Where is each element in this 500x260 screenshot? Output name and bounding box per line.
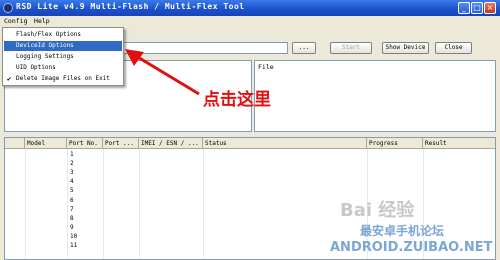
menu-item-deviceid-options[interactable]: DeviceId Options xyxy=(4,41,122,51)
menu-item-label: Logging Settings xyxy=(16,53,74,60)
menu-item-label: UID Options xyxy=(16,64,56,71)
menu-item-label: DeviceId Options xyxy=(16,42,74,49)
menu-item-delete-image-files[interactable]: ✔ Delete Image Files on Exit xyxy=(4,74,122,84)
menu-item-flash-flex-options[interactable]: Flash/Flex Options xyxy=(4,30,122,40)
site-watermark-url: ANDROID.ZUIBAO.NET xyxy=(330,240,493,255)
annotation-label: 点击这里 xyxy=(203,90,271,110)
menu-item-logging-settings[interactable]: Logging Settings xyxy=(4,52,122,62)
baidu-watermark: Bai 经验 xyxy=(340,200,415,221)
menu-item-uid-options[interactable]: UID Options xyxy=(4,63,122,73)
site-watermark-cn: 最安卓手机论坛 xyxy=(360,224,445,238)
menu-item-label: Flash/Flex Options xyxy=(16,31,82,38)
menu-item-label: Delete Image Files on Exit xyxy=(16,75,110,82)
check-icon: ✔ xyxy=(7,75,12,83)
config-dropdown-menu: Flash/Flex Options DeviceId Options Logg… xyxy=(2,27,124,86)
